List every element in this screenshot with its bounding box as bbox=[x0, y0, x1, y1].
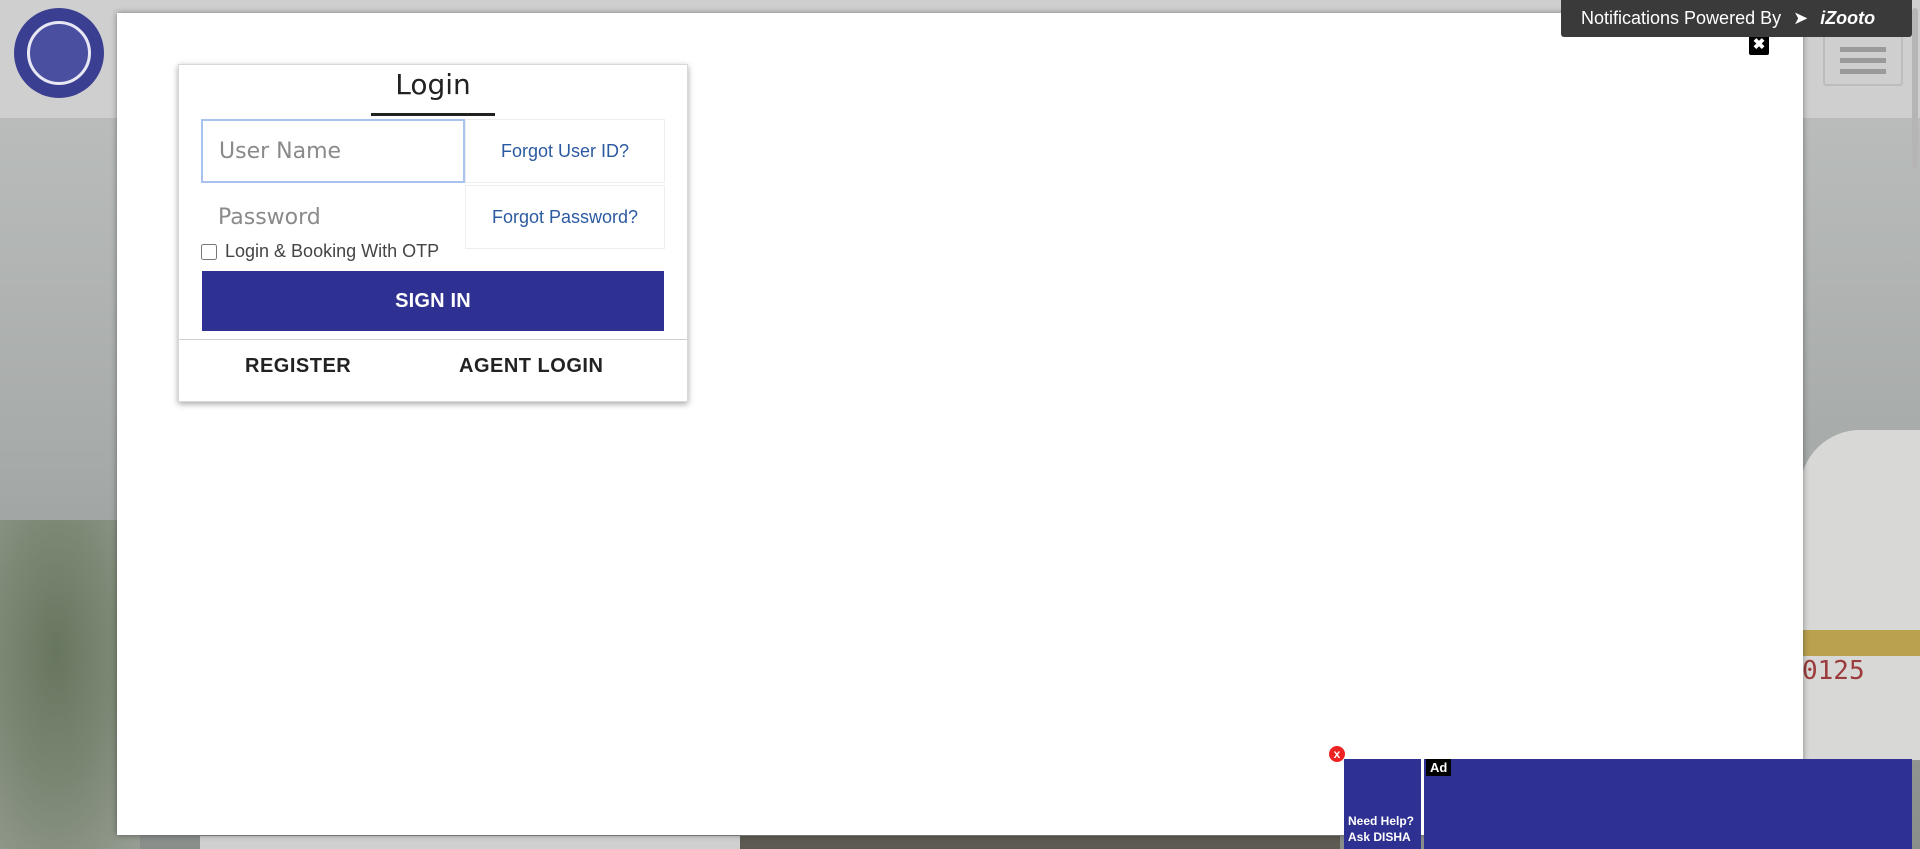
card-divider bbox=[179, 339, 687, 340]
background-train-number: 0125 bbox=[1802, 656, 1865, 686]
help-text: Need Help? Ask DISHA bbox=[1348, 813, 1414, 845]
background-train-stripe bbox=[1800, 630, 1920, 656]
notification-banner[interactable]: Notifications Powered By ➤ iZooto bbox=[1561, 0, 1912, 37]
notification-brand: iZooto bbox=[1820, 8, 1876, 28]
logo-emblem-icon bbox=[27, 21, 91, 85]
izooto-arrow-icon: ➤ bbox=[1793, 8, 1809, 28]
indian-railways-logo[interactable] bbox=[14, 8, 104, 98]
ad-close-icon[interactable]: x bbox=[1329, 746, 1345, 762]
otp-label: Login & Booking With OTP bbox=[225, 241, 440, 261]
agent-login-link[interactable]: AGENT LOGIN bbox=[459, 355, 603, 378]
background-panel-mid bbox=[740, 836, 1340, 849]
page-scrollbar[interactable] bbox=[1912, 8, 1918, 168]
background-panel-left bbox=[200, 836, 740, 849]
password-input[interactable] bbox=[201, 185, 465, 249]
sign-in-button[interactable]: SIGN IN bbox=[202, 271, 664, 331]
register-link[interactable]: REGISTER bbox=[245, 355, 351, 378]
card-links: REGISTER AGENT LOGIN bbox=[179, 355, 687, 395]
password-row: Forgot Password? bbox=[201, 185, 665, 249]
otp-checkbox[interactable] bbox=[201, 243, 217, 260]
login-card: Login Forgot User ID? Forgot Password? L… bbox=[178, 64, 688, 402]
help-line-1: Need Help? bbox=[1348, 814, 1415, 828]
hamburger-menu-icon[interactable] bbox=[1823, 34, 1903, 86]
disha-help-button[interactable]: Need Help? Ask DISHA bbox=[1344, 759, 1421, 849]
notification-text: Notifications Powered By bbox=[1581, 8, 1782, 28]
forgot-password-link[interactable]: Forgot Password? bbox=[465, 185, 665, 249]
background-train bbox=[1800, 430, 1920, 760]
username-row: Forgot User ID? bbox=[201, 119, 665, 183]
forgot-user-id-link[interactable]: Forgot User ID? bbox=[465, 119, 665, 183]
login-title: Login bbox=[371, 65, 495, 116]
ad-badge: Ad bbox=[1426, 759, 1452, 776]
username-input[interactable] bbox=[201, 119, 465, 183]
otp-option[interactable]: Login & Booking With OTP bbox=[201, 241, 439, 262]
close-icon[interactable]: ✖ bbox=[1749, 35, 1769, 55]
ad-banner[interactable]: Ad bbox=[1424, 759, 1912, 849]
help-line-2: Ask DISHA bbox=[1348, 830, 1411, 844]
